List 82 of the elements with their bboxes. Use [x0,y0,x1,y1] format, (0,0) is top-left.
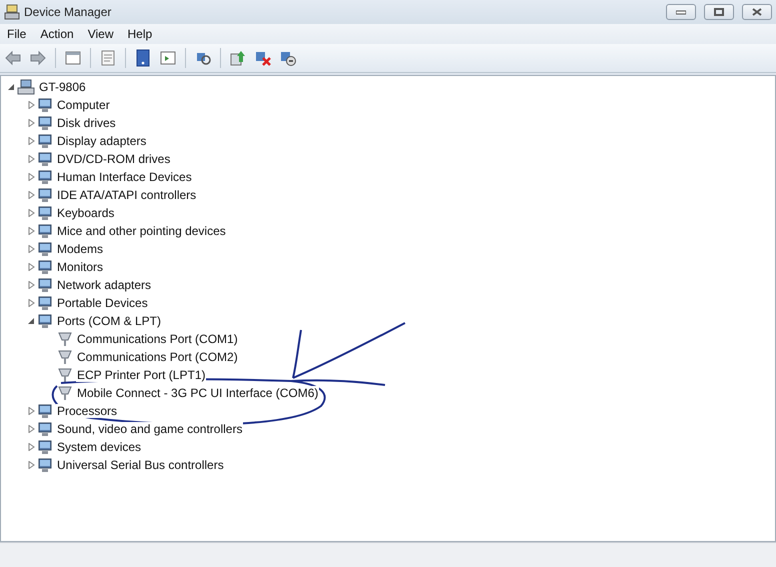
maximize-button[interactable] [704,4,734,20]
device-icon [37,169,53,185]
tree-item[interactable]: Communications Port (COM2) [76,350,239,364]
expand-arrow-icon[interactable] [28,119,34,127]
tree-item[interactable]: System devices [56,440,142,454]
tree-item[interactable]: Communications Port (COM1) [76,332,239,346]
device-icon [37,295,53,311]
device-icon [37,313,53,329]
window-play-icon[interactable] [159,49,177,67]
expand-arrow-icon[interactable] [28,191,34,199]
port-connector-icon [57,385,73,401]
expand-arrow-icon[interactable] [28,137,34,145]
expand-arrow-icon[interactable] [8,83,14,91]
tree-item[interactable]: Network adapters [56,278,152,292]
uninstall-icon[interactable] [254,49,272,67]
tree-item[interactable]: Universal Serial Bus controllers [56,458,225,472]
tree-item[interactable]: ECP Printer Port (LPT1) [76,368,206,382]
tree-item[interactable]: Sound, video and game controllers [56,422,244,436]
device-icon [37,115,53,131]
menu-item[interactable]: Action [33,27,81,41]
port-connector-icon [57,331,73,347]
device-icon [37,241,53,257]
minimize-icon [676,9,686,15]
tree-item[interactable]: Display adapters [56,134,148,148]
expand-arrow-icon[interactable] [28,245,34,253]
device-icon [37,187,53,203]
close-icon [752,8,762,16]
device-icon [37,403,53,419]
expand-arrow-icon[interactable] [28,317,34,325]
expand-arrow-icon[interactable] [28,281,34,289]
expand-arrow-icon[interactable] [28,461,34,469]
window-title: Device Manager [24,5,112,19]
update-driver-icon[interactable] [229,49,247,67]
expand-arrow-icon[interactable] [28,155,34,163]
expand-arrow-icon[interactable] [28,209,34,217]
expand-arrow-icon[interactable] [28,443,34,451]
port-connector-icon [57,349,73,365]
menu-item[interactable]: View [80,27,120,41]
menu-item[interactable]: File [0,27,34,41]
tree-item[interactable]: Disk drives [56,116,117,130]
device-icon [37,439,53,455]
tree-item[interactable]: DVD/CD-ROM drives [56,152,172,166]
forward-arrow-icon[interactable] [29,49,47,67]
expand-arrow-icon[interactable] [28,263,34,271]
tree-item[interactable]: Mobile Connect - 3G PC UI Interface (COM6) [76,386,320,400]
device-icon [37,259,53,275]
tree-item[interactable]: Computer [56,98,111,112]
disable-device-icon[interactable] [279,49,297,67]
tree-item[interactable]: Ports (COM & LPT) [56,314,162,328]
device-icon [37,277,53,293]
tree-item[interactable]: Monitors [56,260,104,274]
menu-item[interactable]: Help [120,27,160,41]
expand-arrow-icon[interactable] [28,227,34,235]
expand-arrow-icon[interactable] [28,407,34,415]
expand-arrow-icon[interactable] [28,299,34,307]
close-button[interactable] [742,4,772,20]
back-arrow-icon[interactable] [4,49,22,67]
tree-item[interactable]: IDE ATA/ATAPI controllers [56,188,198,202]
tree-item[interactable]: Processors [56,404,118,418]
minimize-button[interactable] [666,4,696,20]
maximize-icon [714,8,724,16]
device-icon [37,205,53,221]
tree-item[interactable]: Human Interface Devices [56,170,193,184]
tree-item[interactable]: GT-9806 [38,80,87,94]
tree-item[interactable]: Modems [56,242,104,256]
computer-icon [17,79,35,95]
device-icon [37,97,53,113]
device-icon [37,151,53,167]
device-icon [37,457,53,473]
device-icon [37,223,53,239]
app-icon [4,4,20,20]
port-connector-icon [57,367,73,383]
window-pane-icon[interactable] [64,49,82,67]
expand-arrow-icon[interactable] [28,101,34,109]
tree-item[interactable]: Keyboards [56,206,116,220]
device-icon [37,421,53,437]
tree-item[interactable]: Portable Devices [56,296,149,310]
tree-item[interactable]: Mice and other pointing devices [56,224,227,238]
expand-arrow-icon[interactable] [28,173,34,181]
properties-icon[interactable] [99,49,117,67]
device-icon [37,133,53,149]
expand-arrow-icon[interactable] [28,425,34,433]
